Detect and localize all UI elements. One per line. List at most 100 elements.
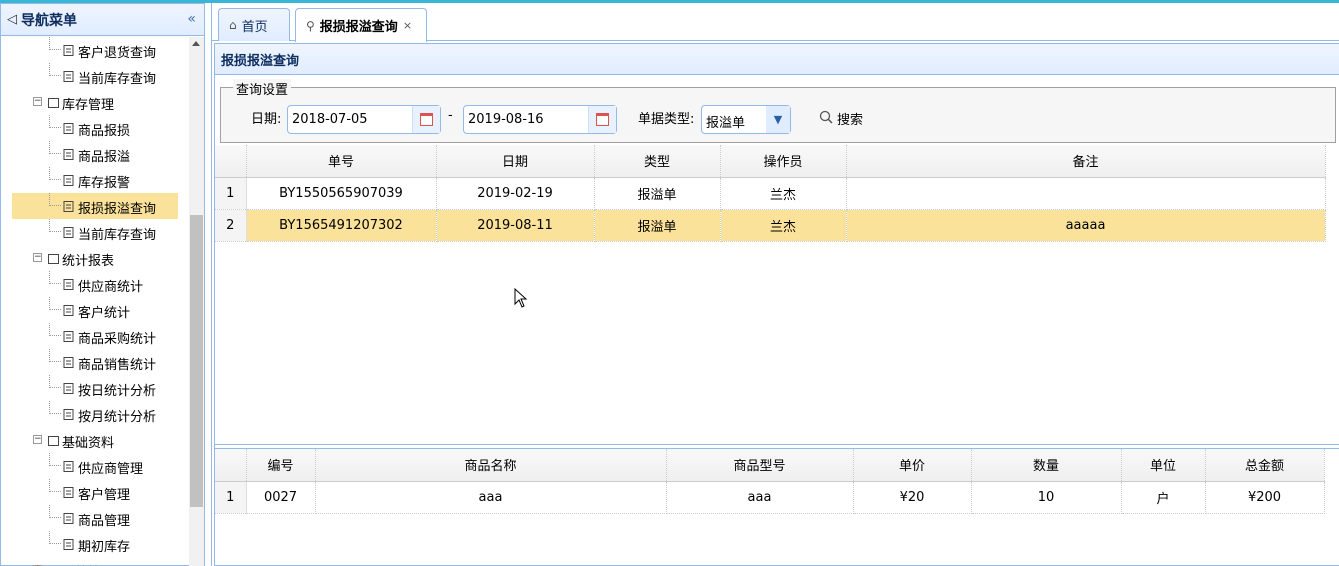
sidebar-item[interactable]: 商品采购统计 <box>1 323 189 349</box>
start-date-field[interactable]: 2018-07-05 <box>287 105 441 134</box>
calendar-icon[interactable] <box>588 106 616 133</box>
sidebar-item[interactable]: − 基础资料 <box>1 427 189 453</box>
table-row[interactable]: 2 BY1565491207302 2019-08-11 报溢单 兰杰 aaaaa <box>215 209 1326 242</box>
collapse-icon[interactable]: « <box>187 11 196 27</box>
table-cell: aaa <box>315 481 667 514</box>
search-button[interactable]: 搜索 <box>819 109 863 128</box>
table-cell: BY1565491207302 <box>246 209 437 242</box>
tree-connector <box>49 271 61 284</box>
sidebar-item-label: 客户退货查询 <box>78 46 157 61</box>
collapse-node-icon[interactable]: − <box>33 253 42 262</box>
sidebar-item-label: 当前库存查询 <box>78 228 157 243</box>
glasses-icon <box>61 121 75 135</box>
home-icon: ⌂ <box>229 18 237 32</box>
sidebar-item-label: 客户统计 <box>78 306 131 321</box>
tree-connector <box>49 37 61 50</box>
sidebar-scrollbar[interactable] <box>189 37 204 566</box>
tab-loss-overflow-query[interactable]: ⚲ 报损报溢查询 × <box>295 8 427 42</box>
sidebar-item-label: 库存报警 <box>78 176 131 191</box>
table-cell: 户 <box>1121 481 1206 514</box>
sidebar-item[interactable]: 客户管理 <box>1 479 189 505</box>
date-label: 日期: <box>251 112 282 127</box>
panel-title: 报损报溢查询 <box>215 44 1339 75</box>
column-header[interactable]: 数量 <box>971 449 1122 482</box>
table-row[interactable]: 1 BY1550565907039 2019-02-19 报溢单 兰杰 <box>215 177 1326 210</box>
sidebar-item-label: 商品管理 <box>78 514 131 529</box>
sidebar-item[interactable]: 期初库存 <box>1 531 189 557</box>
sidebar-item[interactable]: 库存报警 <box>1 167 189 193</box>
sidebar-item[interactable]: 供应商管理 <box>1 453 189 479</box>
table-cell: 2019-02-19 <box>436 177 595 210</box>
sidebar-item[interactable]: 供应商统计 <box>1 271 189 297</box>
tab-bar: ⌂ 首页 ⚲ 报损报溢查询 × <box>212 3 1339 42</box>
sidebar-item[interactable]: 商品销售统计 <box>1 349 189 375</box>
tab-home-label: 首页 <box>241 19 268 35</box>
scrollbar-thumb[interactable] <box>190 215 203 507</box>
column-header[interactable]: 日期 <box>436 145 595 178</box>
tree-connector <box>49 219 61 232</box>
column-header[interactable]: 单价 <box>853 449 972 482</box>
column-header[interactable]: 商品型号 <box>666 449 854 482</box>
sidebar-item[interactable]: 当前库存查询 <box>1 63 189 89</box>
table-cell: aaaaa <box>846 209 1326 242</box>
column-header[interactable]: 单位 <box>1121 449 1206 482</box>
bar-chart-icon <box>61 355 75 369</box>
sidebar-item[interactable]: − 库存管理 <box>1 89 189 115</box>
column-header[interactable]: 类型 <box>594 145 721 178</box>
row-number: 1 <box>215 481 247 514</box>
tree-connector <box>49 167 61 180</box>
document-grid: 单号 日期 类型 操作员 备注 1 BY1550565907039 2019-02-19 报溢… <box>215 145 1339 445</box>
sidebar-item[interactable]: 按月统计分析 <box>1 401 189 427</box>
search-icon <box>819 110 833 128</box>
column-header[interactable]: 备注 <box>846 145 1326 178</box>
table-row[interactable]: 1 0027 aaa aaa ¥20 10 户 ¥200 <box>215 481 1325 514</box>
sidebar-item[interactable]: 客户统计 <box>1 297 189 323</box>
navigation-icon: ◁ <box>7 12 17 27</box>
sidebar-item[interactable]: 按日统计分析 <box>1 375 189 401</box>
sidebar-header: ◁ 导航菜单 « <box>1 4 204 36</box>
calendar-doc-icon <box>61 407 75 421</box>
sidebar-item[interactable]: 商品报溢 <box>1 141 189 167</box>
sidebar-item-label: 统计报表 <box>62 254 115 269</box>
tree-connector <box>49 401 61 414</box>
users-icon <box>61 485 75 499</box>
sidebar-item[interactable]: − 统计报表 <box>1 245 189 271</box>
tree-connector <box>49 63 61 76</box>
calendar-icon[interactable] <box>412 106 440 133</box>
collapse-node-icon[interactable]: − <box>33 97 42 106</box>
column-header[interactable]: 商品名称 <box>315 449 667 482</box>
sidebar: ◁ 导航菜单 « 客户退货查询 当前库存查询 − 库存管理 商品报损 商品报溢库存报警报损… <box>0 3 205 566</box>
column-header[interactable]: 编号 <box>246 449 316 482</box>
table-cell: 兰杰 <box>720 177 847 210</box>
collapse-node-icon[interactable]: − <box>33 435 42 444</box>
sidebar-item[interactable]: 客户退货查询 <box>1 37 189 63</box>
nav-tree: 客户退货查询 当前库存查询 − 库存管理 商品报损 商品报溢库存报警报损报溢查询 当前库存查… <box>1 37 189 566</box>
column-header[interactable]: 总金额 <box>1205 449 1325 482</box>
sidebar-item-label: 报损报溢查询 <box>78 202 157 217</box>
doc-type-select[interactable]: 报溢单 ▼ <box>701 105 791 134</box>
tree-connector <box>49 297 61 310</box>
tree-connector <box>49 349 61 362</box>
tree-connector <box>49 505 61 518</box>
rownum-header <box>215 449 247 482</box>
scroll-up-icon[interactable] <box>192 41 200 46</box>
table-cell: 0027 <box>246 481 316 514</box>
sidebar-item[interactable]: 报损报溢查询 <box>12 193 178 219</box>
end-date-field[interactable]: 2019-08-16 <box>463 105 617 134</box>
sidebar-item[interactable]: 商品报损 <box>1 115 189 141</box>
sidebar-item-label: 当前库存查询 <box>78 72 157 87</box>
sidebar-title: 导航菜单 <box>21 12 77 29</box>
column-header[interactable]: 操作员 <box>720 145 847 178</box>
tab-home[interactable]: ⌂ 首页 <box>218 8 290 41</box>
close-icon[interactable]: × <box>403 19 412 32</box>
column-header[interactable]: 单号 <box>246 145 437 178</box>
main-area: ⌂ 首页 ⚲ 报损报溢查询 × 报损报溢查询 查询设置 日期: 2018-07-… <box>211 3 1339 566</box>
mouse-cursor-icon <box>514 288 528 308</box>
chevron-down-icon[interactable]: ▼ <box>766 106 790 133</box>
sidebar-item[interactable]: 当前库存查询 <box>1 219 189 245</box>
sidebar-item[interactable]: +系统管理 <box>1 557 189 566</box>
sidebar-item-label: 期初库存 <box>78 540 131 555</box>
sidebar-item[interactable]: 商品管理 <box>1 505 189 531</box>
home-icon <box>46 95 60 109</box>
table-cell: 2019-08-11 <box>436 209 595 242</box>
